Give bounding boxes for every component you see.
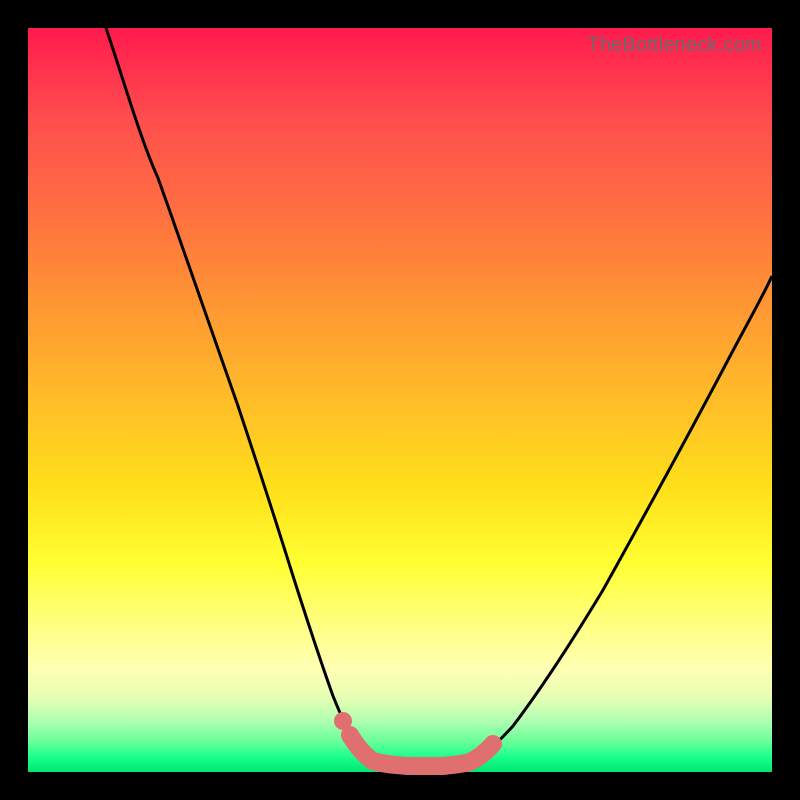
- salmon-valley: [350, 735, 493, 766]
- salmon-dot-left: [334, 712, 352, 730]
- curve-left: [106, 28, 388, 765]
- chart-svg: [28, 28, 772, 772]
- plot-area: TheBottleneck.com: [28, 28, 772, 772]
- outer-frame: TheBottleneck.com: [0, 0, 800, 800]
- curve-right: [468, 276, 772, 765]
